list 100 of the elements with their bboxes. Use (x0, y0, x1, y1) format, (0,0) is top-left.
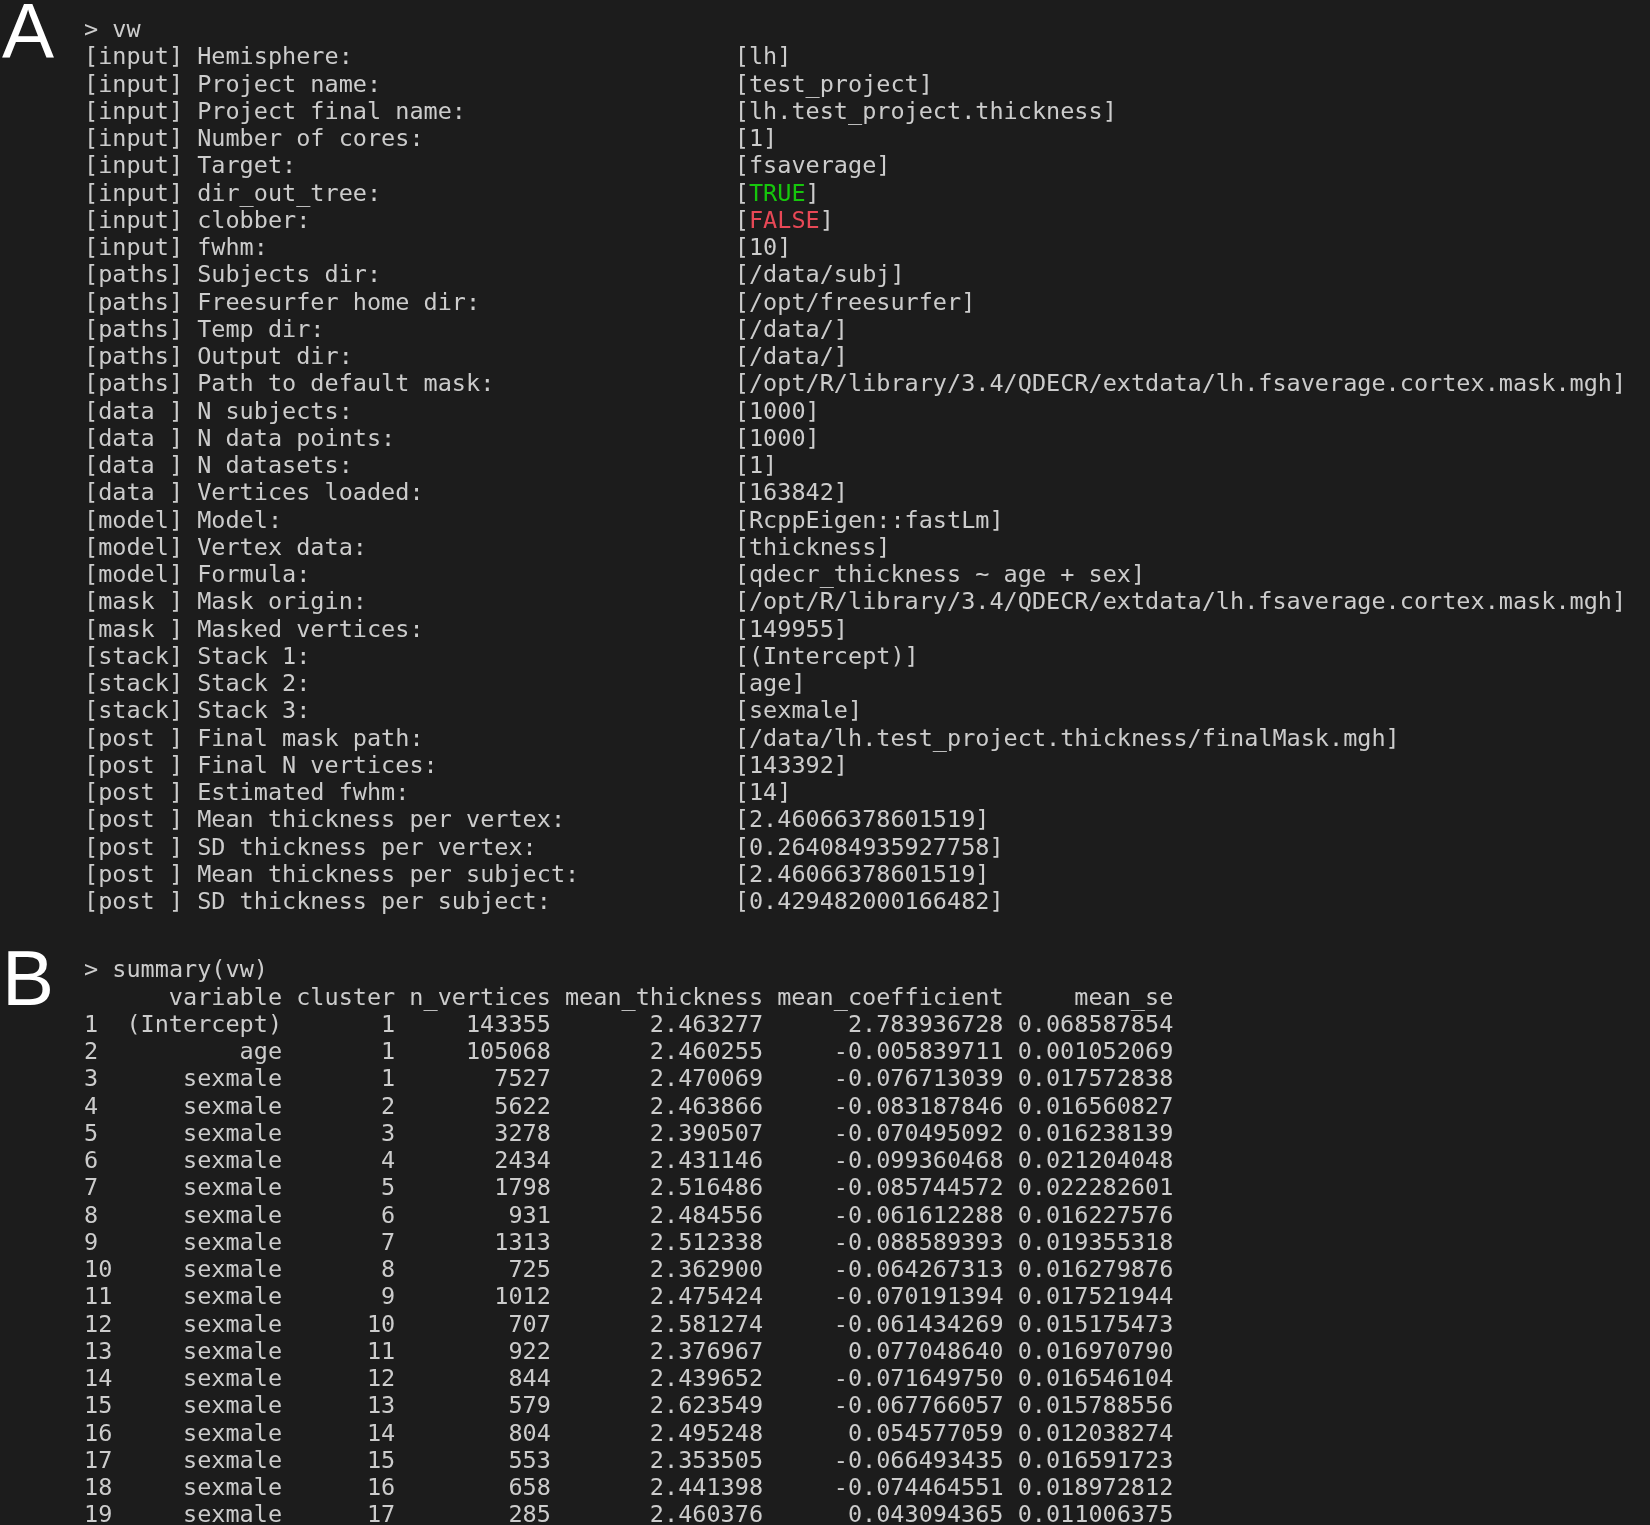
table-cell-text: 2.581274 (648, 1310, 764, 1338)
table-cell-text: -0.061434269 (832, 1310, 1004, 1338)
field-label: Final N vertices: (197, 751, 439, 779)
row-number: 11 (84, 1283, 113, 1311)
table-cell-text: 1 (380, 1038, 396, 1066)
log-tag: [stack] (84, 697, 198, 725)
field-label: Freesurfer home dir: (197, 288, 482, 316)
table-cell-text: 922 (507, 1337, 551, 1365)
row-number: 7 (84, 1174, 100, 1202)
field-value: [thickness] (734, 533, 891, 561)
field-value: [lh] (734, 43, 793, 71)
field-label: fwhm: (197, 234, 269, 262)
column-header: variable (167, 983, 283, 1011)
log-tag: [post ] (84, 833, 198, 861)
table-cell: 0.016970790 (1017, 1337, 1174, 1365)
log-tag: [post ] (84, 751, 198, 779)
field-value: [1000] (734, 397, 821, 425)
log-tag: [mask ] (84, 588, 198, 616)
table-cell-text: -0.076713039 (832, 1065, 1004, 1093)
log-tag: [input] (84, 97, 198, 125)
field-label: SD thickness per vertex: (197, 833, 538, 861)
log-tag: [stack] (84, 642, 198, 670)
field-label: Formula: (197, 561, 312, 589)
table-cell: 0.015175473 (1017, 1310, 1174, 1338)
log-tag: [input] (84, 43, 198, 71)
row-number: 4 (84, 1092, 100, 1120)
row-number: 18 (84, 1474, 113, 1502)
table-cell-text: 553 (507, 1446, 551, 1474)
table-cell-text: 10 (365, 1310, 396, 1338)
table-cell-text: sexmale (182, 1392, 283, 1420)
table-cell-text: sexmale (182, 1256, 283, 1284)
field-label: Stack 3: (197, 697, 312, 725)
log-tag: [paths] (84, 370, 198, 398)
table-cell-text: 2.512338 (648, 1228, 764, 1256)
table-cell-text: sexmale (182, 1065, 283, 1093)
table-cell: (Intercept) (126, 1010, 283, 1038)
table-cell-text: 0.077048640 (846, 1337, 1004, 1365)
field-value: [/data/lh.test_project.thickness/finalMask.mgh] (734, 724, 1401, 752)
field-value: [143392] (734, 751, 848, 779)
table-cell-text: 725 (507, 1256, 551, 1284)
field-value: [14] (734, 779, 793, 807)
table-cell: 0.016546104 (1017, 1365, 1174, 1393)
table-cell-text: sexmale (182, 1228, 283, 1256)
table-cell-text: sexmale (182, 1147, 283, 1175)
table-cell-text: -0.005839711 (832, 1038, 1004, 1066)
table-cell-text: 2.495248 (648, 1419, 764, 1447)
table-cell-text: 2.783936728 (847, 1010, 1004, 1038)
table-cell-text: 3278 (493, 1119, 551, 1147)
row-number: 5 (84, 1119, 100, 1147)
table-cell-text: 1012 (493, 1283, 551, 1311)
table-cell-text: 13 (365, 1392, 396, 1420)
table-cell-text: -0.083187846 (832, 1092, 1004, 1120)
log-tag: [input] (84, 152, 198, 180)
table-cell-text: sexmale (182, 1174, 283, 1202)
field-value: [(Intercept)] (734, 642, 920, 670)
table-cell-text: 2434 (493, 1147, 551, 1175)
table-cell-text: sexmale (182, 1419, 283, 1447)
table-cell-text: sexmale (182, 1365, 283, 1393)
log-tag: [model] (84, 506, 198, 534)
row-number: 16 (84, 1419, 113, 1447)
field-value: [1] (734, 452, 779, 480)
log-tag: [data ] (84, 452, 198, 480)
row-number: 17 (84, 1446, 113, 1474)
table-cell-text: 2.463866 (648, 1092, 764, 1120)
table-cell-text: sexmale (182, 1283, 283, 1311)
table-cell: 0.016591723 (1017, 1446, 1174, 1474)
table-cell: 0.016279876 (1017, 1256, 1174, 1284)
field-label: Subjects dir: (197, 261, 383, 289)
field-value: [/opt/freesurfer] (734, 288, 977, 316)
field-label: Vertices loaded: (197, 479, 425, 507)
log-tag: [post ] (84, 779, 198, 807)
table-cell-text: 4 (380, 1147, 396, 1175)
column-header: mean_coefficient (777, 983, 1004, 1011)
field-label: Stack 1: (197, 642, 312, 670)
table-cell-text: sexmale (182, 1310, 283, 1338)
log-tag: [stack] (84, 670, 198, 698)
field-label: Output dir: (197, 343, 354, 371)
table-cell-text: 12 (365, 1365, 396, 1393)
field-label: Final mask path: (197, 724, 425, 752)
table-cell: 0.019355318 (1017, 1228, 1174, 1256)
table-cell-text: 844 (507, 1365, 551, 1393)
field-value: [sexmale] (734, 697, 864, 725)
field-label: Target: (197, 152, 298, 180)
row-number: 10 (84, 1256, 113, 1284)
table-cell-text: sexmale (182, 1501, 283, 1525)
table-cell-text: 2.390507 (648, 1119, 764, 1147)
field-label: clobber: (197, 206, 311, 234)
table-cell-text: 2.463277 (649, 1010, 764, 1038)
column-header: mean_se (1073, 983, 1174, 1011)
row-number: 12 (84, 1310, 113, 1338)
table-cell-text: 2.516486 (648, 1174, 764, 1202)
row-number: 2 (84, 1038, 100, 1066)
log-tag: [post ] (84, 888, 198, 916)
field-value: [fsaverage] (734, 152, 892, 180)
log-tag: [data ] (84, 479, 198, 507)
table-cell-text: -0.070495092 (832, 1119, 1004, 1147)
log-tag: [model] (84, 561, 198, 589)
table-cell: 0.016238139 (1017, 1119, 1174, 1147)
table-cell-text: 2.484556 (648, 1201, 764, 1229)
column-header: cluster (296, 983, 396, 1011)
